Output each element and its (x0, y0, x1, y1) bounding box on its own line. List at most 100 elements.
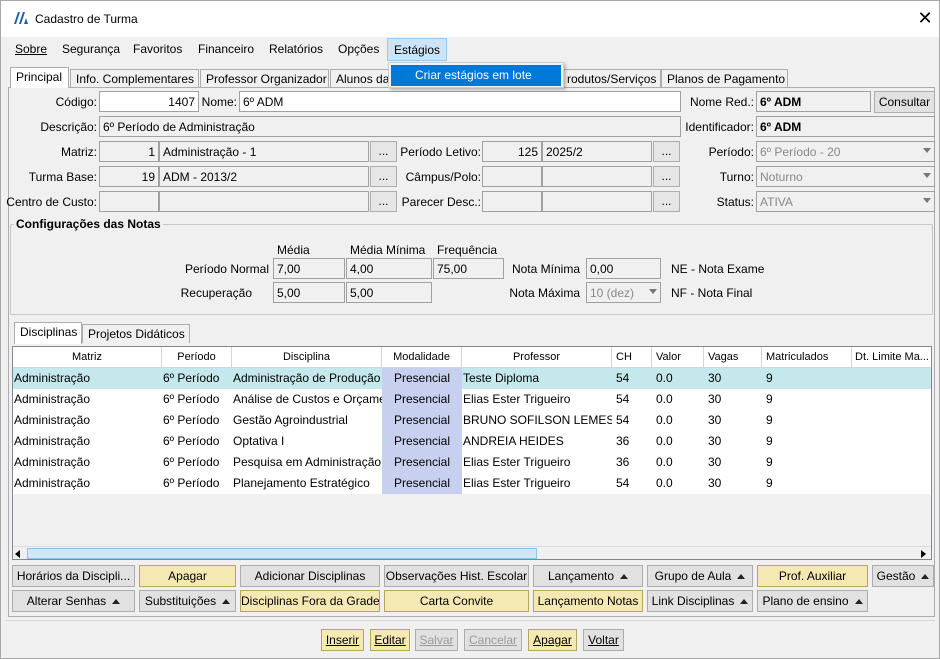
menu-estagios[interactable]: Estágios (387, 38, 448, 61)
periodo-select[interactable]: 6º Período - 20 (756, 141, 935, 162)
centro-custo-id-field[interactable] (99, 191, 159, 212)
nota-minima-field[interactable]: 0,00 (586, 258, 661, 279)
normal-frequencia-field[interactable]: 75,00 (433, 258, 504, 279)
periodo-letivo-nome-field[interactable]: 2025/2 (542, 141, 652, 162)
prof-auxiliar-button[interactable]: Prof. Auxiliar (757, 565, 868, 587)
periodo-letivo-id-field[interactable]: 125 (482, 141, 542, 162)
normal-media-field[interactable]: 7,00 (273, 258, 345, 279)
nota-minima-label: Nota Mínima (511, 262, 580, 276)
menu-opcoes[interactable]: Opções (338, 42, 379, 56)
caret-up-icon (737, 574, 746, 580)
matriz-nome-field[interactable]: Administração - 1 (159, 141, 369, 162)
rec-media-field[interactable]: 5,00 (273, 282, 345, 303)
plano-de-ensino-button[interactable]: Plano de ensino (757, 590, 868, 612)
campus-lookup-button[interactable]: ... (653, 166, 680, 187)
adicionar-disciplinas-button[interactable]: Adicionar Disciplinas (240, 565, 380, 587)
cell-matriculados: 9 (762, 473, 852, 494)
tab-alunos[interactable]: Alunos da (330, 69, 390, 88)
menu-favoritos[interactable]: Favoritos (133, 42, 182, 56)
col-header-professor[interactable]: Professor (462, 347, 612, 368)
apagar-disciplina-button[interactable]: Apagar (139, 565, 236, 587)
scroll-thumb[interactable] (27, 548, 537, 559)
subtab-projetos-didaticos[interactable]: Projetos Didáticos (82, 324, 190, 343)
tab-principal[interactable]: Principal (10, 67, 69, 88)
menu-financeiro[interactable]: Financeiro (198, 42, 254, 56)
col-header-modalidade[interactable]: Modalidade (382, 347, 462, 368)
observacoes-hist-escolar-button[interactable]: Observações Hist. Escolar (384, 565, 529, 587)
turma-base-label: Turma Base: (28, 170, 97, 184)
parecer-lookup-button[interactable]: ... (653, 191, 680, 212)
nome-field[interactable]: 6º ADM (239, 91, 681, 112)
estagios-dropdown: Criar estágios em lote (388, 62, 564, 88)
periodo-letivo-lookup-button[interactable]: ... (653, 141, 680, 162)
parecer-id-field[interactable] (482, 191, 542, 212)
turma-base-lookup-button[interactable]: ... (370, 166, 397, 187)
substituicoes-button[interactable]: Substituições (139, 590, 236, 612)
scroll-right-icon[interactable] (921, 550, 926, 558)
normal-media-minima-field[interactable]: 4,00 (346, 258, 432, 279)
menu-item-criar-estagios-em-lote[interactable]: Criar estágios em lote (391, 65, 561, 86)
col-header-valor[interactable]: Valor (652, 347, 704, 368)
app-logo-icon (13, 11, 29, 25)
menu-relatorios[interactable]: Relatórios (269, 42, 323, 56)
tab-info-complementares[interactable]: Info. Complementares (70, 69, 199, 88)
cell-modalidade: Presencial (382, 410, 462, 431)
subtab-disciplinas[interactable]: Disciplinas (14, 322, 82, 344)
turma-base-nome-field[interactable]: ADM - 2013/2 (159, 166, 369, 187)
apagar-button[interactable]: Apagar (528, 629, 577, 651)
horizontal-scrollbar[interactable] (13, 546, 931, 559)
col-header-matriz[interactable]: Matriz (13, 347, 162, 368)
col-header-dt-limite[interactable]: Dt. Limite Ma... (852, 347, 931, 368)
cell-valor: 0.0 (652, 431, 704, 452)
turma-base-id-field[interactable]: 19 (99, 166, 159, 187)
cell-vagas: 30 (704, 473, 762, 494)
menu-seguranca[interactable]: Segurança (62, 42, 120, 56)
tab-planos-pagamento[interactable]: Planos de Pagamento (661, 69, 788, 88)
col-header-ch[interactable]: CH (612, 347, 652, 368)
cell-vagas: 30 (704, 410, 762, 431)
col-header-disciplina[interactable]: Disciplina (232, 347, 382, 368)
voltar-button[interactable]: Voltar (583, 629, 624, 651)
cell-modalidade: Presencial (382, 368, 462, 389)
descricao-field[interactable]: 6º Período de Administração (99, 116, 681, 137)
cell-matriculados: 9 (762, 452, 852, 473)
tab-produtos-servicos[interactable]: rodutos/Serviços (561, 69, 661, 88)
cancelar-button[interactable]: Cancelar (464, 629, 522, 651)
inserir-button[interactable]: Inserir (321, 629, 364, 651)
rec-media-minima-field[interactable]: 5,00 (346, 282, 432, 303)
parecer-nome-field[interactable] (542, 191, 652, 212)
horarios-disciplina-button[interactable]: Horários da Discipli... (12, 565, 135, 587)
lancamento-button[interactable]: Lançamento (533, 565, 643, 587)
editar-button[interactable]: Editar (370, 629, 410, 651)
turno-select[interactable]: Noturno (756, 166, 935, 187)
col-header-periodo[interactable]: Período (162, 347, 232, 368)
col-header-matriculados[interactable]: Matriculados (762, 347, 852, 368)
nome-red-field[interactable]: 6º ADM (756, 91, 871, 112)
centro-custo-nome-field[interactable] (159, 191, 369, 212)
codigo-field[interactable]: 1407 (99, 91, 199, 112)
status-select[interactable]: ATIVA (756, 191, 935, 212)
alterar-senhas-button[interactable]: Alterar Senhas (12, 590, 135, 612)
campus-nome-field[interactable] (542, 166, 652, 187)
cell-modalidade: Presencial (382, 452, 462, 473)
matriz-lookup-button[interactable]: ... (370, 141, 397, 162)
link-disciplinas-button[interactable]: Link Disciplinas (647, 590, 753, 612)
centro-custo-lookup-button[interactable]: ... (370, 191, 397, 212)
menu-sobre[interactable]: Sobre (15, 42, 47, 56)
matriz-id-field[interactable]: 1 (99, 141, 159, 162)
campus-id-field[interactable] (482, 166, 542, 187)
identificador-field[interactable]: 6º ADM (756, 116, 935, 137)
carta-convite-button[interactable]: Carta Convite (384, 590, 529, 612)
frequencia-header: Frequência (437, 243, 498, 257)
nota-maxima-select[interactable]: 10 (dez) (586, 282, 661, 303)
scroll-left-icon[interactable] (15, 550, 20, 558)
gestao-button[interactable]: Gestão (872, 565, 934, 587)
consultar-button[interactable]: Consultar (874, 91, 935, 113)
col-header-vagas[interactable]: Vagas (704, 347, 762, 368)
tab-professor-organizador[interactable]: Professor Organizador (200, 69, 329, 88)
lancamento-notas-button[interactable]: Lançamento Notas (533, 590, 643, 612)
grupo-de-aula-button[interactable]: Grupo de Aula (647, 565, 753, 587)
close-icon[interactable]: ✕ (913, 7, 937, 31)
disciplinas-fora-grade-button[interactable]: Disciplinas Fora da Grade (240, 590, 380, 612)
salvar-button[interactable]: Salvar (415, 629, 458, 651)
